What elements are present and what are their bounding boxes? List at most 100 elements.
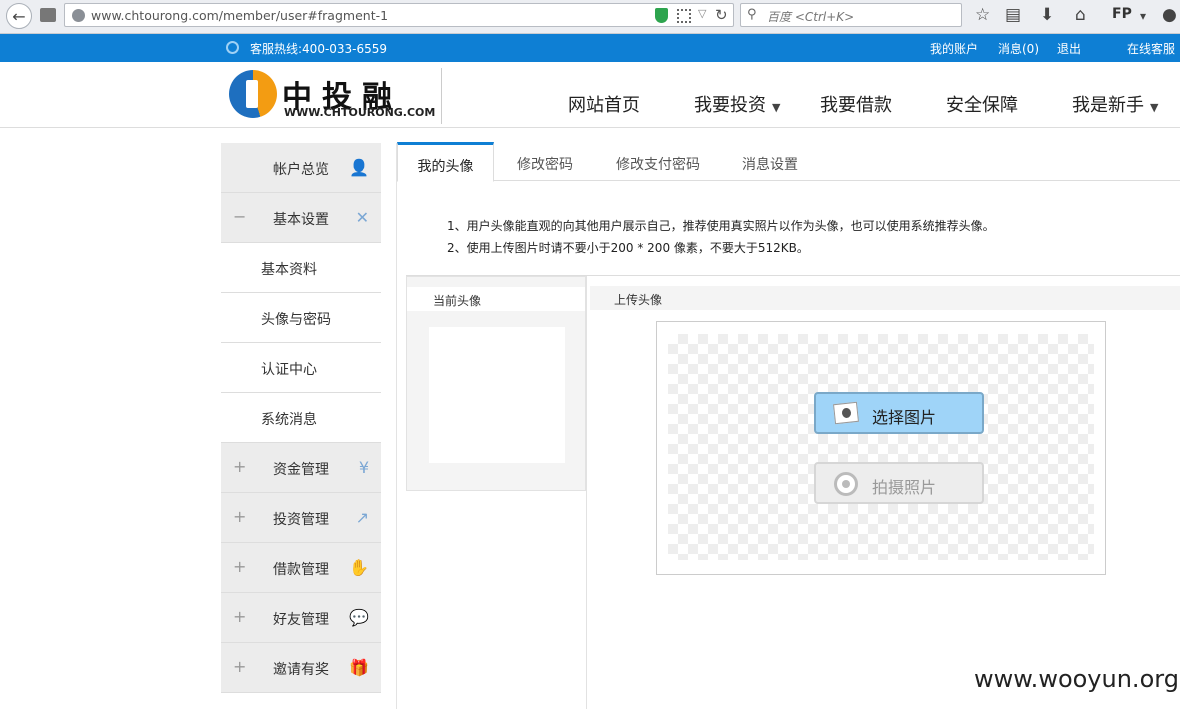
sidebar-item-account-overview[interactable]: 帐户总览 👤 [221,143,381,193]
dropdown-caret-icon: ▼ [772,101,781,114]
reload-icon[interactable]: ↻ [715,6,728,24]
sidebar-item-label: 借款管理 [273,562,329,578]
profile-menu[interactable]: FP [1112,6,1132,22]
sidebar-item-basic-info[interactable]: 基本资料 [221,243,381,293]
tab-label: 消息设置 [742,157,798,173]
shield-icon[interactable] [655,8,668,23]
chat-icon: 💬 [349,608,369,627]
search-bar[interactable]: ⚲ 百度 <Ctrl+K> [740,3,962,27]
content-border [396,143,397,709]
hotline-text: 客服热线:400-033-6559 [250,42,388,56]
tab-label: 我的头像 [417,159,474,175]
current-avatar-title: 当前头像 [407,287,585,311]
bookmark-star-icon[interactable]: ☆ [975,5,990,25]
messages-link[interactable]: 消息(0) [998,40,1039,57]
sidebar-item-label: 基本资料 [261,262,317,278]
nav-label: 我要投资 [694,95,766,116]
logo-english[interactable]: WWW.CHTOURONG.COM [284,106,435,119]
transparent-canvas: 选择图片 拍摄照片 [668,334,1094,560]
yen-icon: ¥ [358,458,369,477]
pane-divider [586,276,587,709]
sidebar-item-label: 资金管理 [273,462,329,478]
hand-icon: ✋ [349,558,369,577]
sidebar-item-avatar-password[interactable]: 头像与密码 [221,293,381,343]
expand-icon: + [233,607,247,626]
online-service-link[interactable]: 在线客服 [1127,40,1175,57]
chart-icon: ↗ [355,508,369,527]
sidebar-item-invite[interactable]: + 邀请有奖 🎁 [221,643,381,693]
sidebar-item-label: 头像与密码 [261,312,331,328]
library-icon[interactable] [40,8,56,22]
sidebar-item-label: 认证中心 [261,362,317,378]
member-sidebar: 帐户总览 👤 − 基本设置 ✕ 基本资料 头像与密码 认证中心 系统消息 + 资… [221,143,381,693]
upload-area: 选择图片 拍摄照片 [656,321,1106,575]
site-topbar: 客服热线:400-033-6559 我的账户 消息(0) 退出 在线客服 [0,34,1180,62]
nav-home[interactable]: 网站首页 [568,91,640,117]
nav-newbie[interactable]: 我是新手 ▼ [1072,91,1158,117]
phone-icon [226,41,239,54]
nav-invest[interactable]: 我要投资 ▼ [694,91,780,117]
sidebar-item-loans[interactable]: + 借款管理 ✋ [221,543,381,593]
my-account-link[interactable]: 我的账户 [930,40,978,57]
current-avatar-pane: 当前头像 [406,276,586,491]
nav-label: 安全保障 [946,95,1018,116]
reading-list-icon[interactable]: ▤ [1005,5,1021,25]
logo-mark-icon[interactable] [229,70,277,118]
search-icon: ⚲ [747,7,757,22]
sidebar-item-basic-settings[interactable]: − 基本设置 ✕ [221,193,381,243]
sidebar-item-label: 邀请有奖 [273,662,329,678]
webcam-icon [834,472,858,496]
tab-message-settings[interactable]: 消息设置 [742,142,798,181]
expand-icon: + [233,457,247,476]
take-photo-label: 拍摄照片 [872,478,937,497]
expand-icon: + [233,557,247,576]
tab-label: 修改密码 [517,157,573,173]
nav-label: 我要借款 [820,95,892,116]
avatar-notes: 1、用户头像能直观的向其他用户展示自己，推荐使用真实照片以作为头像，也可以使用系… [447,215,995,259]
nav-label: 网站首页 [568,95,640,116]
site-header: 中投融 WWW.CHTOURONG.COM 网站首页 我要投资 ▼ 我要借款 安全… [0,62,1180,128]
tools-icon: ✕ [355,208,369,227]
sidebar-item-label: 基本设置 [273,212,329,228]
download-icon[interactable]: ⬇ [1040,5,1054,25]
browser-toolbar: ← www.chtourong.com/member/user#fragment… [0,0,1180,34]
back-arrow-icon[interactable]: ← [6,3,32,29]
sidebar-item-label: 帐户总览 [273,162,329,178]
sidebar-item-verification[interactable]: 认证中心 [221,343,381,393]
nav-security[interactable]: 安全保障 [946,91,1018,117]
expand-icon: + [233,507,247,526]
tab-label: 修改支付密码 [616,157,700,173]
logout-link[interactable]: 退出 [1057,40,1081,57]
sidebar-item-label: 好友管理 [273,612,329,628]
upload-avatar-title: 上传头像 [590,286,1180,310]
tab-change-password[interactable]: 修改密码 [517,142,573,181]
chat-bubble-icon[interactable]: ● [1162,5,1177,25]
home-icon[interactable]: ⌂ [1075,5,1086,25]
sidebar-item-label: 系统消息 [261,412,317,428]
sidebar-item-friends[interactable]: + 好友管理 💬 [221,593,381,643]
search-placeholder[interactable]: 百度 <Ctrl+K> [767,8,854,25]
take-photo-button[interactable]: 拍摄照片 [814,462,984,504]
watermark: www.wooyun.org [974,665,1179,693]
note-line: 2、使用上传图片时请不要小于200 * 200 像素，不要大于512KB。 [447,241,809,255]
expand-icon: + [233,657,247,676]
tab-my-avatar[interactable]: 我的头像 [397,142,494,182]
sidebar-item-funds[interactable]: + 资金管理 ¥ [221,443,381,493]
choose-image-button[interactable]: 选择图片 [814,392,984,434]
url-dropdown-icon[interactable]: ▽ [698,7,706,20]
current-avatar-image [429,327,565,463]
address-bar[interactable]: www.chtourong.com/member/user#fragment-1… [64,3,734,27]
sidebar-item-system-messages[interactable]: 系统消息 [221,393,381,443]
nav-borrow[interactable]: 我要借款 [820,91,892,117]
gift-icon: 🎁 [349,658,369,677]
logo-divider [441,68,442,124]
tab-change-pay-password[interactable]: 修改支付密码 [616,142,700,181]
qr-code-icon[interactable] [677,9,691,23]
settings-tabs: 我的头像 修改密码 修改支付密码 消息设置 [397,142,1180,182]
sidebar-item-label: 投资管理 [273,512,329,528]
dropdown-caret-icon: ▼ [1150,101,1159,114]
profile-dropdown-icon[interactable]: ▾ [1140,9,1146,23]
url-text[interactable]: www.chtourong.com/member/user#fragment-1 [91,8,388,23]
nav-label: 我是新手 [1072,95,1144,116]
sidebar-item-investments[interactable]: + 投资管理 ↗ [221,493,381,543]
